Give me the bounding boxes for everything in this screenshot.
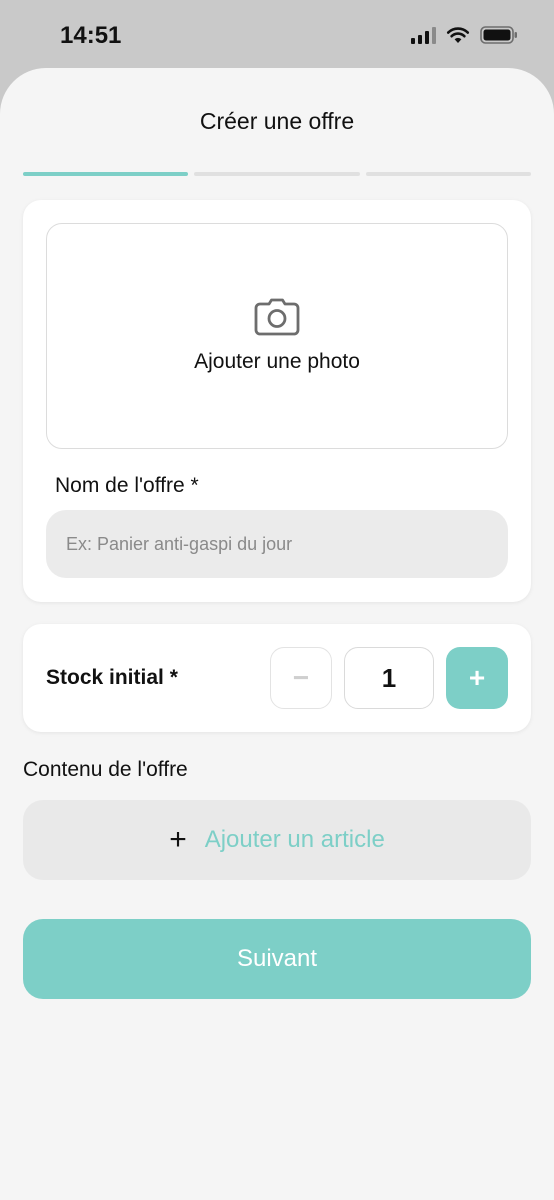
add-photo-label: Ajouter une photo [194, 350, 360, 373]
stock-quantity-value[interactable]: 1 [344, 647, 434, 709]
battery-icon [480, 26, 517, 44]
status-bar: 14:51 [0, 0, 554, 70]
progress-step-3 [365, 172, 531, 176]
add-article-label: Ajouter un article [204, 826, 385, 853]
add-photo-button[interactable]: Ajouter une photo [46, 223, 508, 449]
wifi-icon [446, 27, 470, 43]
page-title: Créer une offre [199, 108, 355, 134]
stock-label: Stock initial * [46, 666, 178, 689]
increment-stock-button[interactable]: + [446, 647, 508, 709]
offer-name-input[interactable] [46, 510, 508, 578]
progress-step-2 [194, 172, 360, 176]
add-article-button[interactable]: + Ajouter un article [23, 800, 531, 880]
next-button[interactable]: Suivant [23, 919, 531, 999]
offer-name-label: Nom de l'offre * [55, 474, 199, 497]
progress-step-1 [23, 172, 189, 176]
decrement-stock-button[interactable]: − [270, 647, 332, 709]
create-offer-sheet: Créer une offre Ajouter une photo Nom de… [0, 68, 554, 1200]
plus-icon: + [169, 823, 187, 856]
step-progress [23, 172, 531, 176]
stock-card: Stock initial * − 1 + [23, 624, 531, 732]
status-time: 14:51 [60, 22, 122, 49]
offer-content-title: Contenu de l'offre [23, 758, 188, 781]
camera-icon [254, 298, 300, 336]
cellular-signal-icon [411, 26, 436, 44]
status-icons [411, 26, 518, 44]
offer-details-card: Ajouter une photo Nom de l'offre * [23, 200, 531, 602]
